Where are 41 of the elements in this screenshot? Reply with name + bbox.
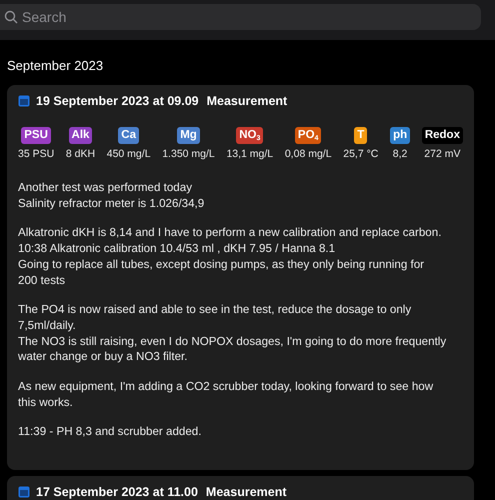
parameter-value: 8 dKH [66,148,96,160]
parameter-badge: PO$_{4}$ [294,127,322,144]
parameter-badge: ph [390,127,410,144]
note-text: Going to replace all tubes, except dosing pumps, as they only being running for [18,256,426,273]
note-text: 10:38 Alkatronic calibration 10.4/53 ml , dKH 7.95 / Hanna 8.1 [18,241,336,257]
entry-card[interactable] [7,85,474,470]
note-text: Salinity refractor meter is 1.026/34,9 [18,196,206,212]
parameter-value: 272 mV [424,148,460,160]
parameter-badge: T [354,127,368,144]
entry-date: 19 September 2023 at 09.09 [36,94,199,108]
parameter-value: 0,08 mg/L [284,148,332,160]
parameter-badge: Alk [68,127,92,144]
note-text: The NO3 is still raising, even I do NOPOX dosages, I'm going to do more frequently [18,334,448,350]
parameter-badge: Ca [118,127,139,144]
parameter-value: 25,7 °C [343,148,378,160]
parameter-value: 13,1 mg/L [226,148,274,160]
note-text: Another test was performed today [18,180,193,196]
parameter-value: 1.350 mg/L [162,148,215,160]
calendar-icon [18,486,30,498]
note-text: 7,5ml/daily. [18,318,77,334]
entry-card[interactable]: 17 September 2023 at 11.00 Measurement [7,476,474,500]
parameter-value: 35 PSU [18,148,54,160]
parameter-value: 450 mg/L [106,148,151,160]
note-text: The PO4 is now raised and able to see in the test, reduce the dosage to only [18,302,412,318]
parameter-badge: Redox [422,127,463,144]
note-text: 200 tests [18,272,66,288]
note-text: As new equipment, I'm adding a CO2 scrubber today, looking forward to see how [18,379,434,395]
search-field[interactable]: Search [0,4,481,30]
entry-type: Measurement [206,485,287,500]
note-text: Alkatronic dKH is 8,14 and I have to perform a new calibration and replace carbon. [18,225,442,242]
parameter-badge: NO$_{3}$ [236,127,264,144]
parameter-value: 8,2 [392,148,408,160]
note-text: 11:39 - PH 8,3 and scrubber added. [18,424,202,440]
note-text: water change or buy a NO3 filter. [18,349,188,366]
entry-type: Measurement [206,94,288,108]
section-title: September 2023 [7,58,104,73]
entry-date: 17 September 2023 at 11.00 [36,485,198,500]
parameter-badge: PSU [21,127,51,144]
parameter-badge: Mg [177,127,200,144]
calendar-icon [18,95,30,107]
note-text: this works. [18,394,74,410]
